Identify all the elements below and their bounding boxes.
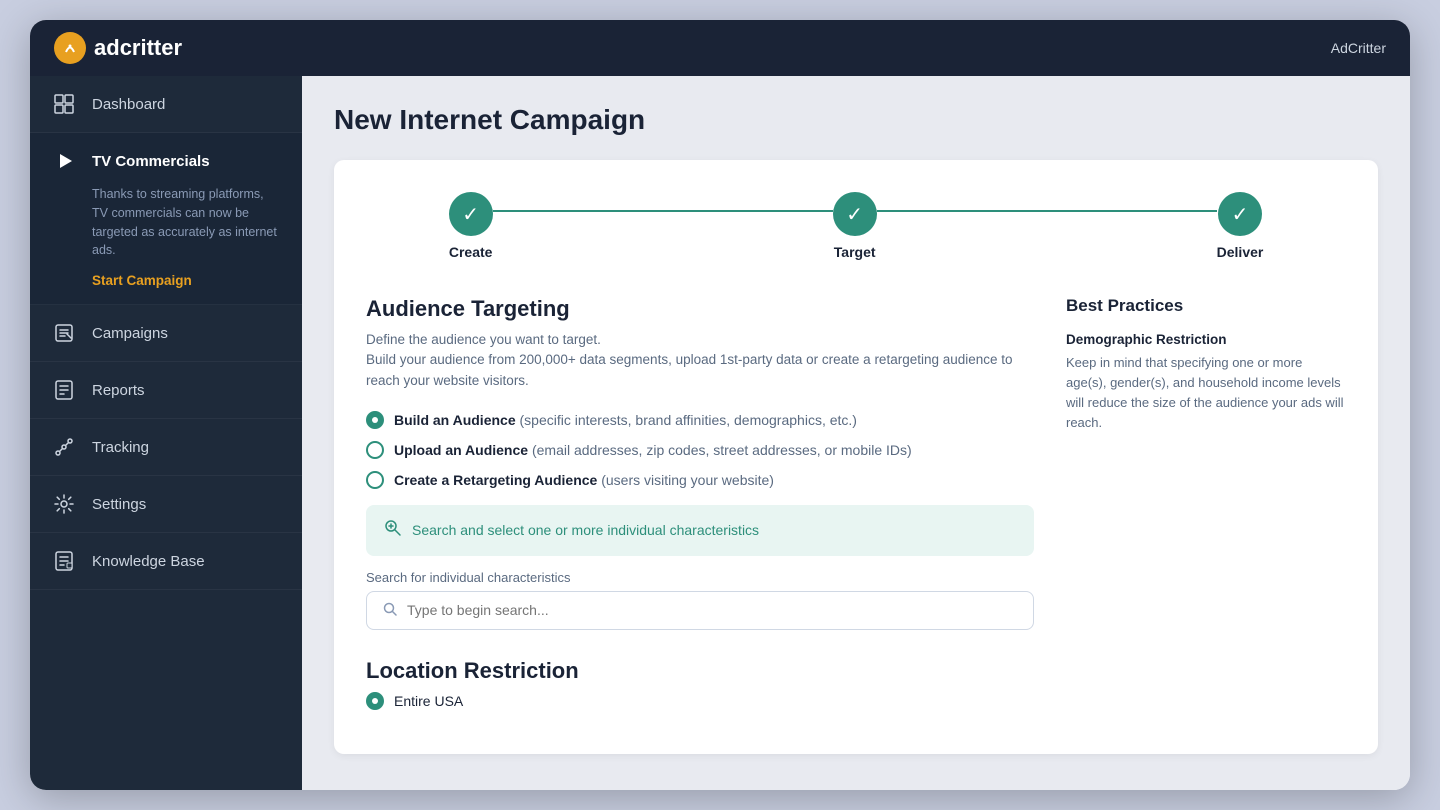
sidebar-label-dashboard: Dashboard — [92, 96, 165, 113]
sidebar-label-reports: Reports — [92, 382, 145, 399]
radio-entire-usa-dot — [366, 692, 384, 710]
step-create-circle: ✓ — [449, 192, 493, 236]
sidebar-label-knowledge-base: Knowledge Base — [92, 553, 205, 570]
search-banner-icon — [384, 519, 402, 542]
logo-text: adcritter — [94, 35, 182, 61]
search-banner-text: Search and select one or more individual… — [412, 522, 759, 538]
desc-line2: Build your audience from 200,000+ data s… — [366, 352, 1013, 387]
search-input-wrap[interactable] — [366, 591, 1034, 630]
sidebar-label-campaigns: Campaigns — [92, 325, 168, 342]
tv-play-icon — [50, 147, 78, 175]
reports-icon — [50, 376, 78, 404]
two-col-layout: Audience Targeting Define the audience y… — [366, 296, 1346, 722]
dashboard-icon — [50, 90, 78, 118]
radio-retargeting-audience[interactable]: Create a Retargeting Audience (users vis… — [366, 471, 1034, 489]
knowledge-base-icon — [50, 547, 78, 575]
step-line-2 — [877, 210, 1217, 212]
tv-commercials-header: TV Commercials — [50, 147, 282, 175]
radio-build-label: Build an Audience (specific interests, b… — [394, 412, 857, 428]
bp-item-0-desc: Keep in mind that specifying one or more… — [1066, 353, 1346, 434]
best-practices-panel: Best Practices Demographic Restriction K… — [1066, 296, 1346, 722]
radio-upload-label: Upload an Audience (email addresses, zip… — [394, 442, 912, 458]
sidebar-item-knowledge-base[interactable]: Knowledge Base — [30, 533, 302, 590]
radio-upload-audience[interactable]: Upload an Audience (email addresses, zip… — [366, 441, 1034, 459]
sidebar-item-tv-commercials[interactable]: TV Commercials Thanks to streaming platf… — [30, 133, 302, 305]
campaigns-icon — [50, 319, 78, 347]
desc-line1: Define the audience you want to target. — [366, 332, 601, 347]
tracking-icon — [50, 433, 78, 461]
radio-entire-usa[interactable]: Entire USA — [366, 692, 1034, 710]
settings-icon — [50, 490, 78, 518]
sidebar-label-settings: Settings — [92, 496, 146, 513]
sidebar: Dashboard TV Commercials Thanks to strea… — [30, 76, 302, 790]
bp-item-0: Demographic Restriction Keep in mind tha… — [1066, 332, 1346, 434]
radio-build-dot — [366, 411, 384, 429]
step-line-1 — [493, 210, 833, 212]
sidebar-item-campaigns[interactable]: Campaigns — [30, 305, 302, 362]
radio-entire-usa-label: Entire USA — [394, 693, 463, 709]
page-title: New Internet Campaign — [334, 104, 1378, 136]
logo-icon — [54, 32, 86, 64]
radio-build-audience[interactable]: Build an Audience (specific interests, b… — [366, 411, 1034, 429]
sidebar-item-reports[interactable]: Reports — [30, 362, 302, 419]
step-target-circle: ✓ — [833, 192, 877, 236]
tv-commercials-label: TV Commercials — [92, 153, 210, 170]
topbar-brand-name: AdCritter — [1331, 40, 1386, 56]
radio-retargeting-dot — [366, 471, 384, 489]
content-area: New Internet Campaign ✓ Create ✓ Target — [302, 76, 1410, 790]
bp-item-0-title: Demographic Restriction — [1066, 332, 1346, 347]
step-deliver-label: Deliver — [1217, 244, 1264, 260]
campaign-card: ✓ Create ✓ Target ✓ Deliver — [334, 160, 1378, 754]
audience-targeting-desc: Define the audience you want to target. … — [366, 330, 1034, 391]
step-create: ✓ Create — [449, 192, 493, 260]
radio-upload-dot — [366, 441, 384, 459]
radio-retargeting-label: Create a Retargeting Audience (users vis… — [394, 472, 774, 488]
search-banner: Search and select one or more individual… — [366, 505, 1034, 556]
best-practices-title: Best Practices — [1066, 296, 1346, 316]
sidebar-item-settings[interactable]: Settings — [30, 476, 302, 533]
audience-targeting-title: Audience Targeting — [366, 296, 1034, 322]
step-target: ✓ Target — [833, 192, 877, 260]
stepper: ✓ Create ✓ Target ✓ Deliver — [366, 192, 1346, 260]
step-create-label: Create — [449, 244, 493, 260]
step-deliver-circle: ✓ — [1218, 192, 1262, 236]
step-deliver: ✓ Deliver — [1217, 192, 1264, 260]
logo: adcritter — [54, 32, 182, 64]
sidebar-label-tracking: Tracking — [92, 439, 149, 456]
left-column: Audience Targeting Define the audience y… — [366, 296, 1034, 722]
location-title: Location Restriction — [366, 658, 1034, 684]
main-layout: Dashboard TV Commercials Thanks to strea… — [30, 76, 1410, 790]
sidebar-item-dashboard[interactable]: Dashboard — [30, 76, 302, 133]
start-campaign-button[interactable]: Start Campaign — [92, 273, 192, 288]
tv-commercials-description: Thanks to streaming platforms, TV commer… — [92, 185, 282, 260]
search-label: Search for individual characteristics — [366, 570, 1034, 585]
topbar: adcritter AdCritter — [30, 20, 1410, 76]
search-icon — [383, 602, 397, 619]
sidebar-item-tracking[interactable]: Tracking — [30, 419, 302, 476]
step-target-label: Target — [834, 244, 876, 260]
search-input[interactable] — [407, 602, 1017, 618]
app-window: adcritter AdCritter Dashboard — [30, 20, 1410, 790]
